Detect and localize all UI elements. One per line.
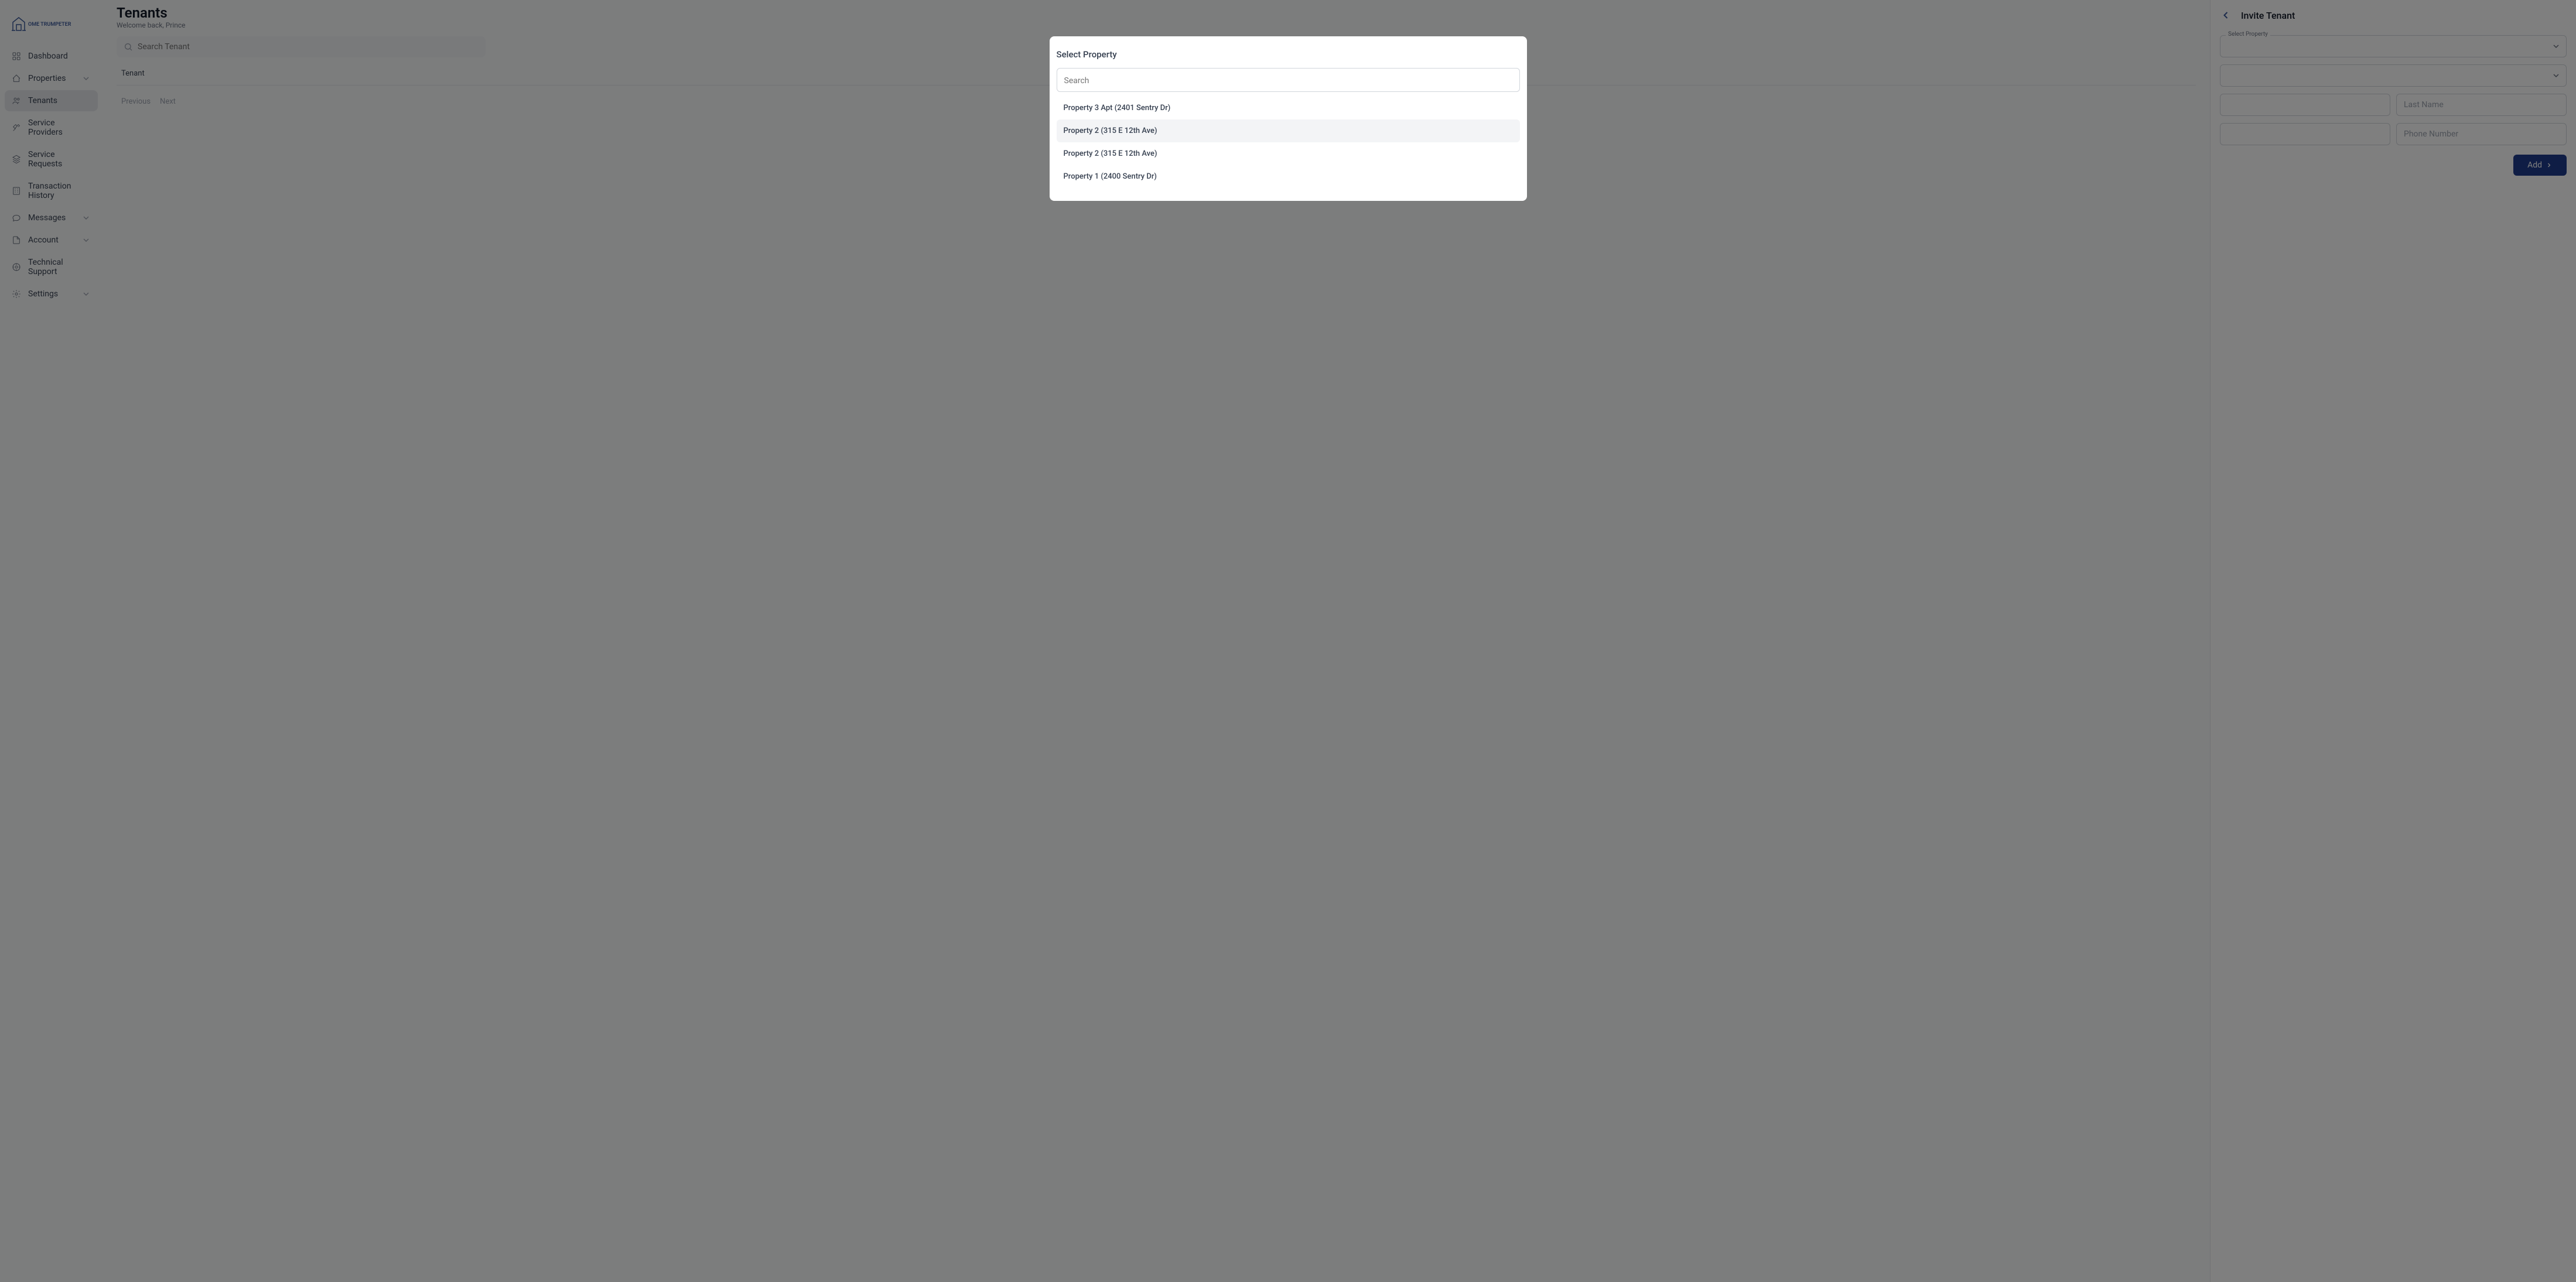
property-list: Property 3 Apt (2401 Sentry Dr)Property …: [1057, 97, 1520, 188]
modal-title: Select Property: [1057, 49, 1520, 68]
property-list-item[interactable]: Property 2 (315 E 12th Ave): [1057, 142, 1520, 165]
modal-search-wrapper[interactable]: [1057, 68, 1520, 92]
property-list-item[interactable]: Property 3 Apt (2401 Sentry Dr): [1057, 97, 1520, 119]
property-list-item[interactable]: Property 2 (315 E 12th Ave): [1057, 119, 1520, 142]
modal-overlay[interactable]: Select Property Property 3 Apt (2401 Sen…: [0, 0, 2576, 1282]
property-list-item[interactable]: Property 1 (2400 Sentry Dr): [1057, 165, 1520, 188]
select-property-modal: Select Property Property 3 Apt (2401 Sen…: [1050, 36, 1527, 201]
modal-search-input[interactable]: [1064, 76, 1512, 86]
